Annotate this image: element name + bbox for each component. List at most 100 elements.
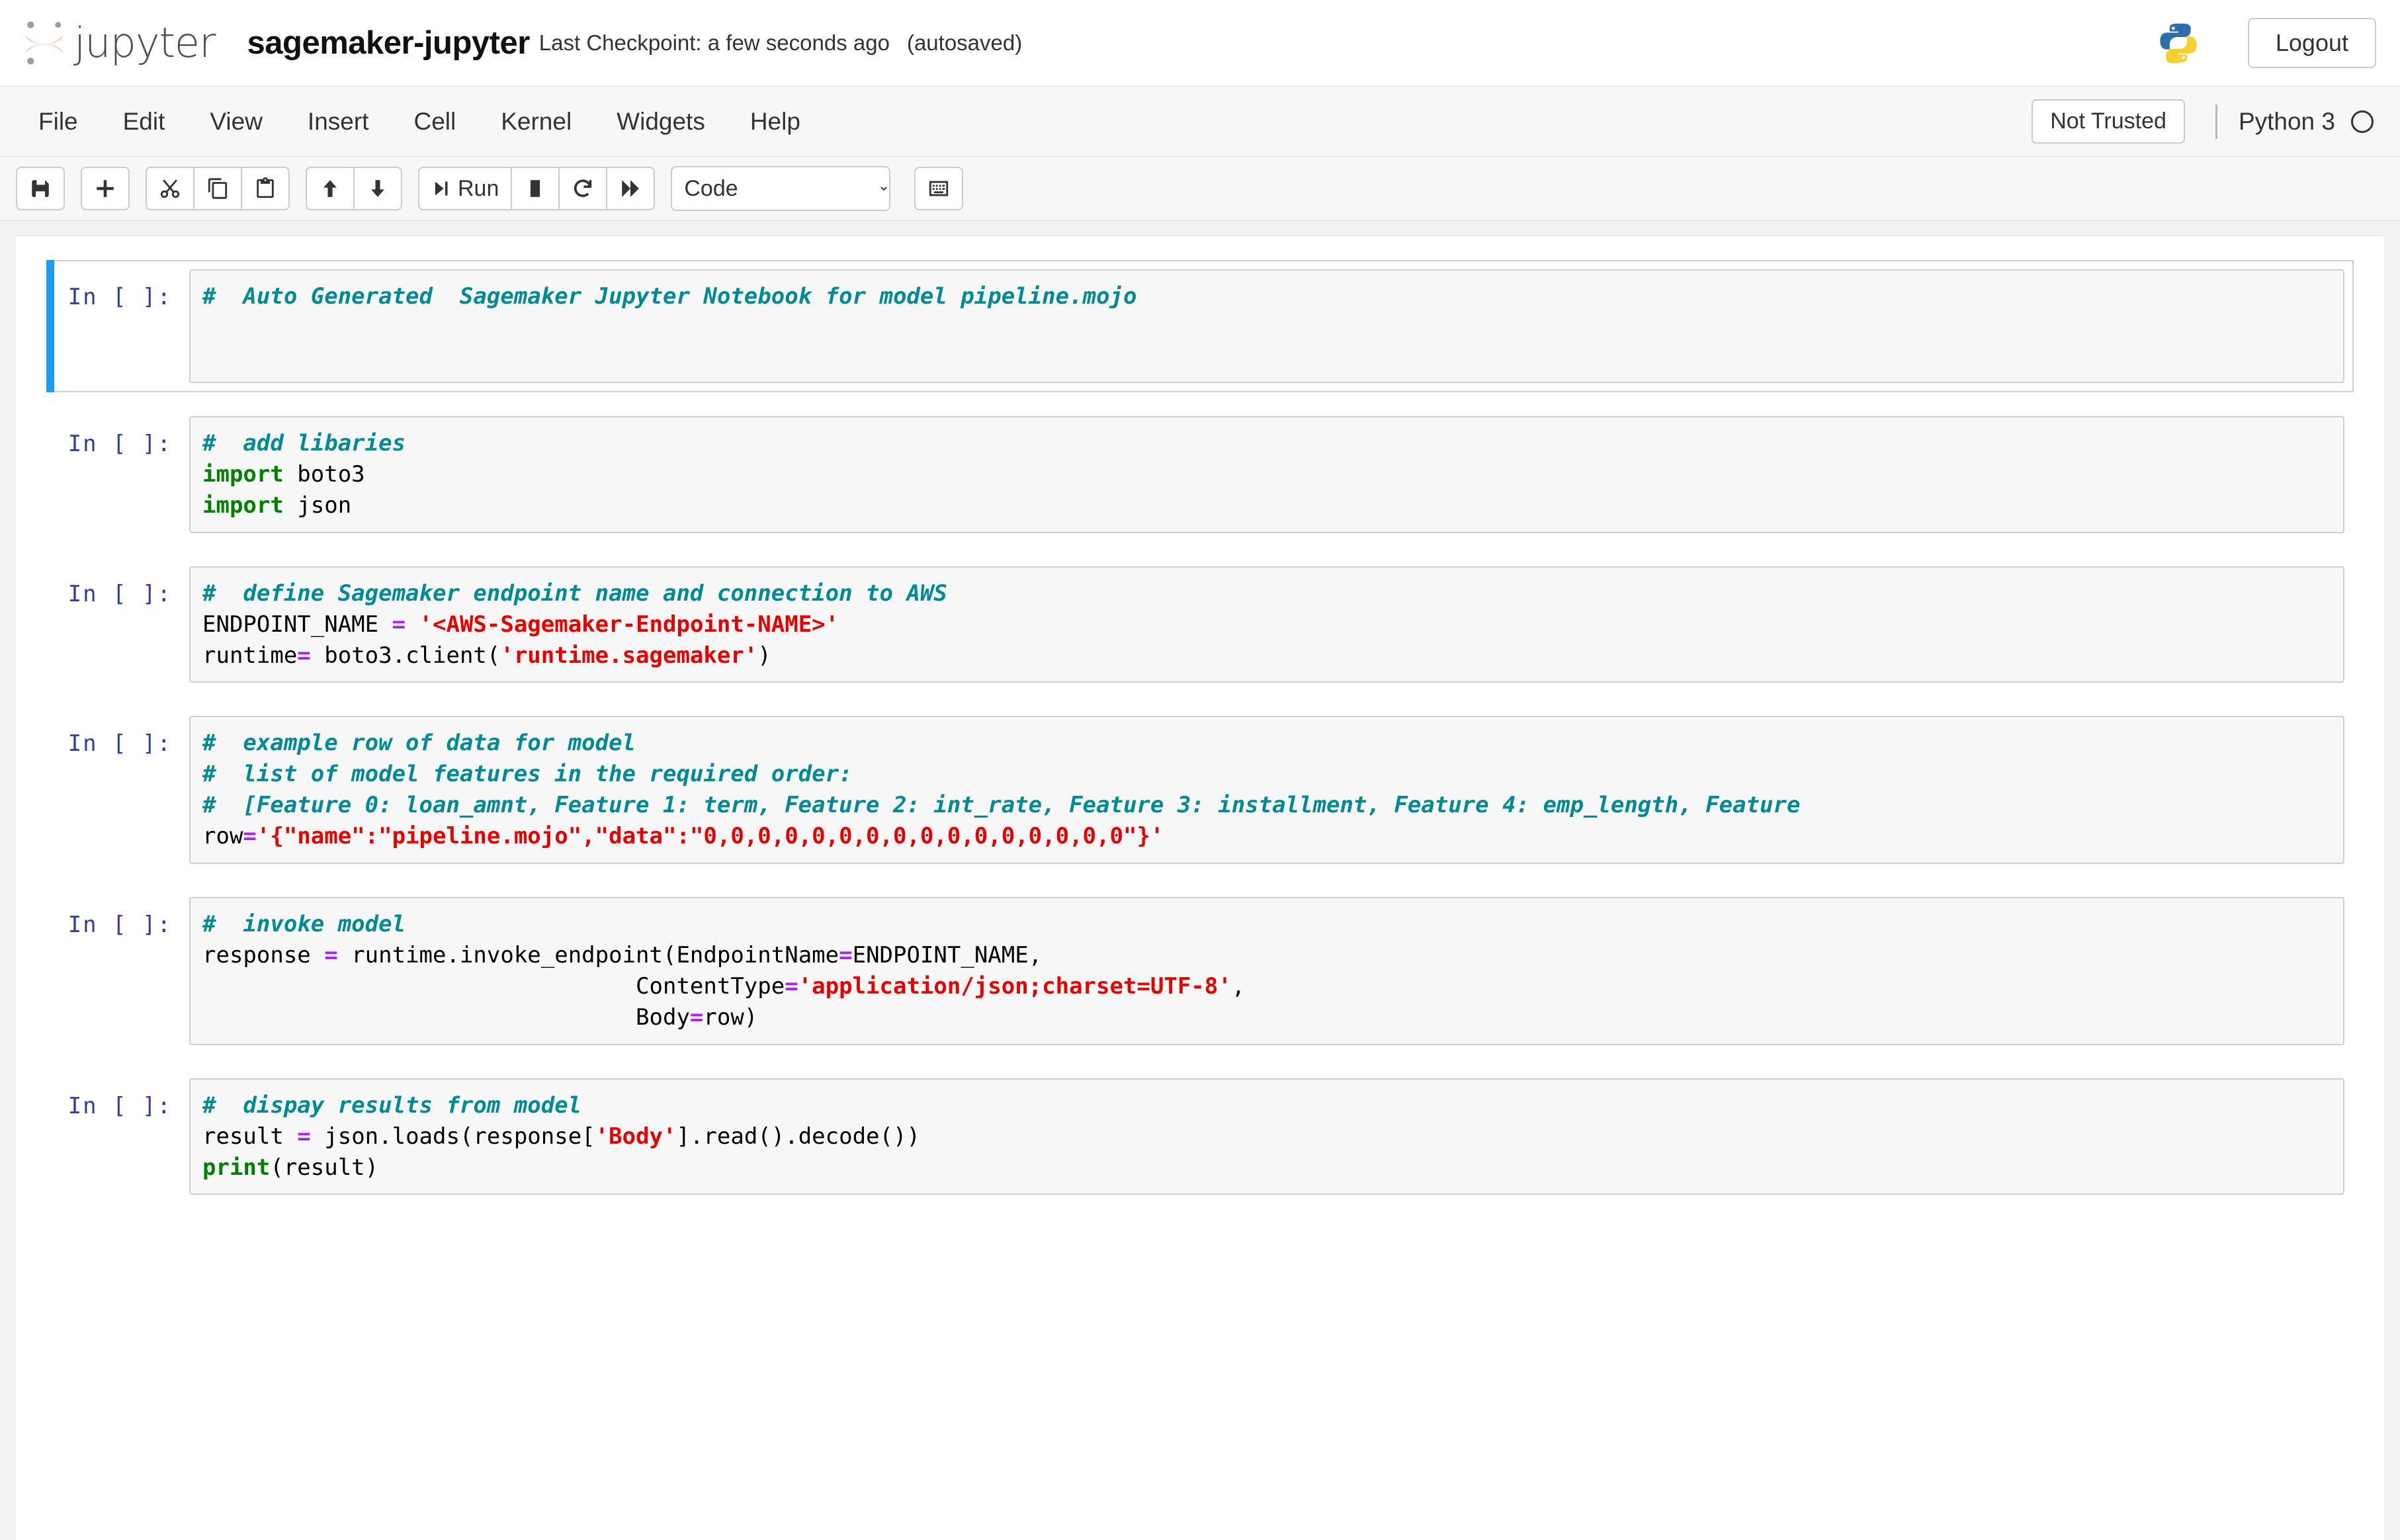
notebook-title[interactable]: sagemaker-jupyter: [247, 24, 530, 62]
code-token: json.loads(response[: [311, 1123, 595, 1150]
menu-view[interactable]: View: [187, 109, 285, 134]
trust-status-badge[interactable]: Not Trusted: [2032, 99, 2185, 144]
header-right-group: Logout: [2157, 18, 2376, 68]
restart-kernel-button[interactable]: [558, 167, 607, 210]
notebook-cell[interactable]: In [ ]: # add libariesimport boto3import …: [46, 407, 2354, 542]
code-token: runtime: [202, 642, 297, 669]
app-header: jupyter sagemaker-jupyter Last Checkpoin…: [0, 0, 2400, 87]
menu-insert[interactable]: Insert: [285, 109, 392, 134]
code-token: # dispay results from model: [202, 1092, 581, 1119]
menu-help[interactable]: Help: [728, 109, 823, 134]
cell-input-editor[interactable]: # dispay results from model result = json…: [189, 1078, 2344, 1195]
stop-square-icon: [524, 177, 546, 200]
save-group: [16, 167, 65, 210]
arrow-down-icon: [366, 177, 389, 200]
cell-prompt: In [ ]:: [48, 897, 189, 938]
cell-source-code: # dispay results from model result = json…: [202, 1090, 2331, 1183]
cell-prompt: In [ ]:: [48, 416, 189, 457]
run-icon: [431, 179, 450, 198]
code-token: import: [202, 461, 284, 488]
code-token: =: [297, 1123, 310, 1150]
restart-icon: [572, 177, 594, 200]
code-line: import json: [202, 490, 2331, 521]
code-line: row='{"name":"pipeline.mojo","data":"0,0…: [202, 821, 2331, 852]
cell-input-editor[interactable]: # Auto Generated Sagemaker Jupyter Noteb…: [189, 269, 2344, 383]
cell-input-editor[interactable]: # add libariesimport boto3import json: [189, 416, 2344, 533]
fast-forward-icon: [619, 177, 642, 200]
notebook-cell[interactable]: In [ ]:# example row of data for model# …: [46, 706, 2354, 873]
cell-type-select[interactable]: Code Markdown Raw NBConvert Heading: [671, 166, 890, 211]
menu-items-group: File Edit View Insert Cell Kernel Widget…: [16, 109, 823, 134]
code-line: runtime= boto3.client('runtime.sagemaker…: [202, 640, 2331, 671]
cell-source-code: # Auto Generated Sagemaker Jupyter Noteb…: [202, 281, 2331, 312]
keyboard-icon: [927, 177, 950, 200]
scissors-icon: [159, 177, 181, 200]
move-group: [306, 167, 402, 210]
floppy-disk-icon: [29, 177, 52, 200]
code-token: =: [324, 942, 337, 968]
code-token: # example row of data for model: [202, 730, 636, 756]
code-token: import: [202, 492, 284, 519]
code-token: Body: [202, 1004, 690, 1031]
kernel-idle-circle-icon[interactable]: [2351, 110, 2374, 133]
cell-prompt: In [ ]:: [48, 566, 189, 607]
code-token: # invoke model: [202, 911, 406, 937]
code-token: # define Sagemaker endpoint name and con…: [202, 580, 947, 607]
copy-cells-button[interactable]: [193, 167, 242, 210]
interrupt-kernel-button[interactable]: [511, 167, 560, 210]
logout-button[interactable]: Logout: [2248, 18, 2376, 68]
restart-and-run-all-button[interactable]: [606, 167, 655, 210]
code-line: # list of model features in the required…: [202, 759, 2331, 790]
cut-cells-button[interactable]: [146, 167, 194, 210]
menu-bar: File Edit View Insert Cell Kernel Widget…: [0, 87, 2400, 157]
menu-cell[interactable]: Cell: [391, 109, 478, 134]
kernel-name-label: Python 3: [2239, 108, 2335, 136]
copy-icon: [206, 177, 229, 200]
notebook-cell[interactable]: In [ ]:# Auto Generated Sagemaker Jupyte…: [46, 260, 2354, 392]
code-token: ,: [1232, 973, 1245, 1000]
jupyter-logo-link[interactable]: jupyter: [20, 19, 216, 67]
menu-kernel[interactable]: Kernel: [478, 109, 594, 134]
notebook-scroll-area[interactable]: In [ ]: # Auto Generated Sagemaker Jupyte…: [0, 221, 2400, 1540]
cell-prompt: In [ ]:: [48, 1078, 189, 1119]
notebook-cell[interactable]: In [ ]: # dispay results from model result…: [46, 1069, 2354, 1205]
code-token: # Auto Generated Sagemaker Jupyter Noteb…: [202, 283, 1136, 310]
paste-cells-button[interactable]: [241, 167, 290, 210]
code-line: Body=row): [202, 1002, 2331, 1033]
code-token: runtime.invoke_endpoint(EndpointName: [338, 942, 839, 968]
move-cell-up-button[interactable]: [306, 167, 355, 210]
code-token: result: [202, 1123, 297, 1150]
notebook-cell[interactable]: In [ ]: # invoke model response = runtime.…: [46, 888, 2354, 1054]
cell-input-editor[interactable]: # example row of data for model # list of…: [189, 716, 2344, 864]
last-checkpoint-label: Last Checkpoint: a few seconds ago: [539, 30, 890, 56]
code-line: response = runtime.invoke_endpoint(Endpo…: [202, 940, 2331, 971]
cell-input-editor[interactable]: # define Sagemaker endpoint name and con…: [189, 566, 2344, 683]
run-cell-button[interactable]: Run: [418, 167, 512, 210]
save-button[interactable]: [16, 167, 65, 210]
insert-cell-below-button[interactable]: [81, 167, 130, 210]
code-token: '<AWS-Sagemaker-Endpoint-NAME>': [419, 611, 839, 638]
insert-group: [81, 167, 130, 210]
code-token: =: [690, 1004, 703, 1031]
code-token: ): [757, 642, 771, 669]
notebook-cell[interactable]: In [ ]: # define Sagemaker endpoint name …: [46, 557, 2354, 693]
open-command-palette-button[interactable]: [914, 167, 963, 210]
menu-edit[interactable]: Edit: [101, 109, 188, 134]
run-group: Run: [418, 167, 655, 210]
code-token: print: [202, 1154, 270, 1181]
menu-file[interactable]: File: [16, 109, 101, 134]
move-cell-down-button[interactable]: [353, 167, 402, 210]
menubar-divider: [2215, 105, 2217, 139]
cell-input-editor[interactable]: # invoke model response = runtime.invoke_…: [189, 897, 2344, 1045]
cell-source-code: # add libariesimport boto3import json: [202, 428, 2331, 521]
code-token: =: [243, 823, 256, 849]
code-token: ENDPOINT_NAME: [202, 611, 392, 638]
cells-list: In [ ]: # Auto Generated Sagemaker Jupyte…: [46, 260, 2354, 1204]
menu-widgets[interactable]: Widgets: [594, 109, 728, 134]
notebook-toolbar: Run Code Markdown: [0, 157, 2400, 221]
code-line: # dispay results from model: [202, 1090, 2331, 1121]
code-token: row: [202, 823, 243, 849]
code-token: boto3.client(: [311, 642, 501, 669]
notebook-container: In [ ]: # Auto Generated Sagemaker Jupyte…: [16, 235, 2384, 1540]
plus-icon: [94, 177, 116, 200]
